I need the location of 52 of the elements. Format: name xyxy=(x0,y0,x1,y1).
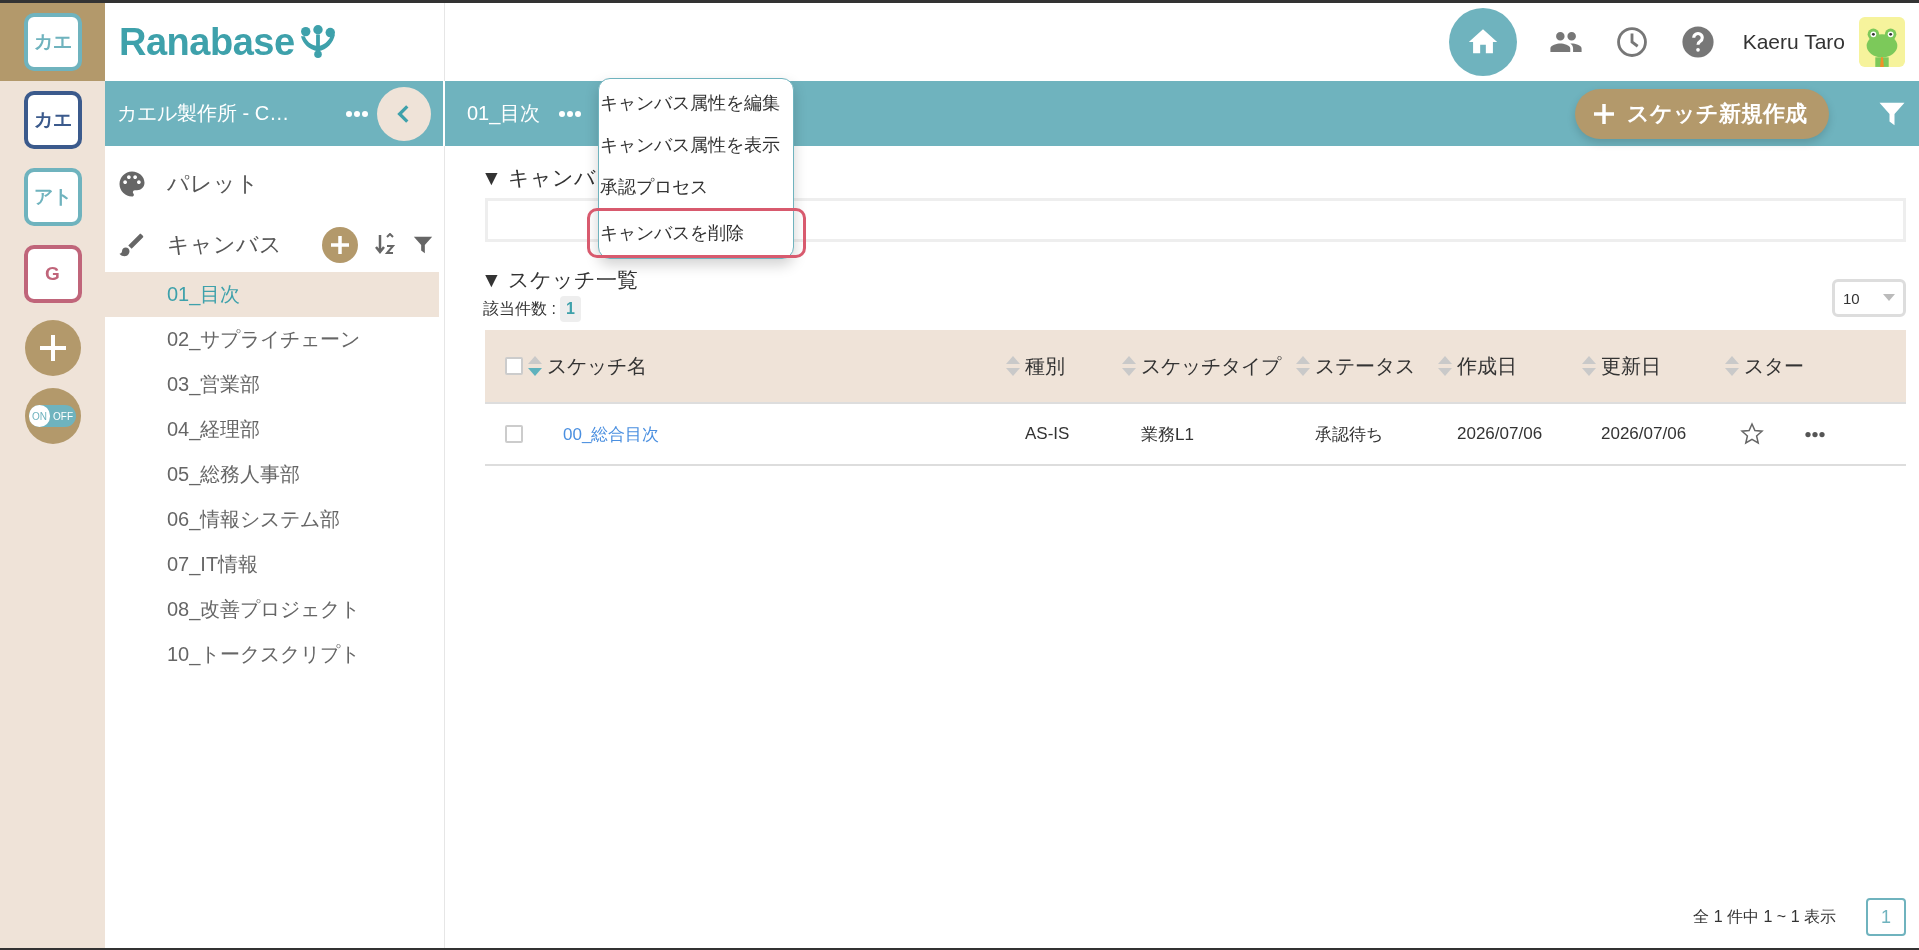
canvas-item[interactable]: 08_改善プロジェクト xyxy=(105,587,439,632)
canvas-label[interactable]: キャンバス xyxy=(167,229,282,260)
table-cell-text: AS-IS xyxy=(1024,424,1071,444)
count-badge: 1 xyxy=(559,296,581,322)
canvas-item[interactable]: 04_経理部 xyxy=(105,407,439,452)
table-cell-text: 承認待ち xyxy=(1314,423,1384,446)
pagination-summary: 全 1 件中 1 ~ 1 表示 xyxy=(1693,906,1836,927)
sketch-link[interactable]: 00_総合目次 xyxy=(563,422,660,446)
canvas-item[interactable]: 10_トークスクリプト xyxy=(105,632,439,677)
frog-avatar-icon[interactable] xyxy=(1859,17,1905,67)
frog-foot-icon xyxy=(298,25,337,59)
column-header: 種別 xyxy=(1025,353,1065,379)
more-icon[interactable] xyxy=(1804,430,1826,438)
help-icon[interactable] xyxy=(1680,25,1715,59)
workspace-button[interactable]: G xyxy=(23,244,82,303)
page-size-select[interactable]: 10 xyxy=(1832,279,1906,317)
section-title[interactable]: ▼ キャンバ xyxy=(481,164,596,192)
collapse-button[interactable] xyxy=(377,86,431,141)
clock-icon[interactable] xyxy=(1614,25,1649,59)
canvas-item[interactable]: 07_IT情報 xyxy=(105,542,439,587)
canvas-item[interactable]: 03_営業部 xyxy=(105,362,439,407)
column-header: 更新日 xyxy=(1601,353,1661,379)
add-icon[interactable] xyxy=(24,320,81,376)
palette-label[interactable]: パレット xyxy=(167,168,259,199)
canvas-item[interactable]: 05_総務人事部 xyxy=(105,452,439,497)
menu-item[interactable]: キャンバスを削除 xyxy=(587,208,806,258)
column-header: スター xyxy=(1744,353,1804,379)
column-header: ステータス xyxy=(1315,353,1415,379)
project-title: カエル製作所 - C… xyxy=(117,101,291,126)
menu-item[interactable]: キャンバス属性を編集 xyxy=(587,82,806,124)
menu-item[interactable]: キャンバス属性を表示 xyxy=(587,124,806,166)
column-header: スケッチタイプ xyxy=(1141,353,1281,379)
row-checkbox[interactable] xyxy=(505,425,523,443)
column-header: スケッチ名 xyxy=(547,353,647,379)
table-cell-text: 2026/07/06 xyxy=(1600,424,1688,444)
add-icon[interactable] xyxy=(322,226,358,263)
logo-text: Ranabase xyxy=(119,20,295,64)
section-title[interactable]: ▼ スケッチ一覧 xyxy=(481,266,638,294)
user-name: Kaeru Taro xyxy=(1742,30,1845,54)
column-header: 作成日 xyxy=(1457,353,1517,379)
select-all-checkbox[interactable] xyxy=(505,357,523,375)
sort-icon[interactable] xyxy=(374,232,396,257)
workspace-button[interactable]: カエ xyxy=(23,90,82,149)
caret-icon xyxy=(1883,294,1895,302)
count-label: 該当件数 : xyxy=(483,298,556,319)
canvas-item[interactable]: 06_情報システム部 xyxy=(105,497,439,542)
table-cell-text: 2026/07/06 xyxy=(1456,424,1544,444)
canvas-item[interactable]: 02_サプライチェーン xyxy=(105,317,439,362)
star-icon[interactable] xyxy=(1740,422,1764,446)
table-cell-text: 業務L1 xyxy=(1140,423,1195,446)
plus-icon xyxy=(1593,102,1615,125)
canvas-title: 01_目次 xyxy=(467,101,541,127)
